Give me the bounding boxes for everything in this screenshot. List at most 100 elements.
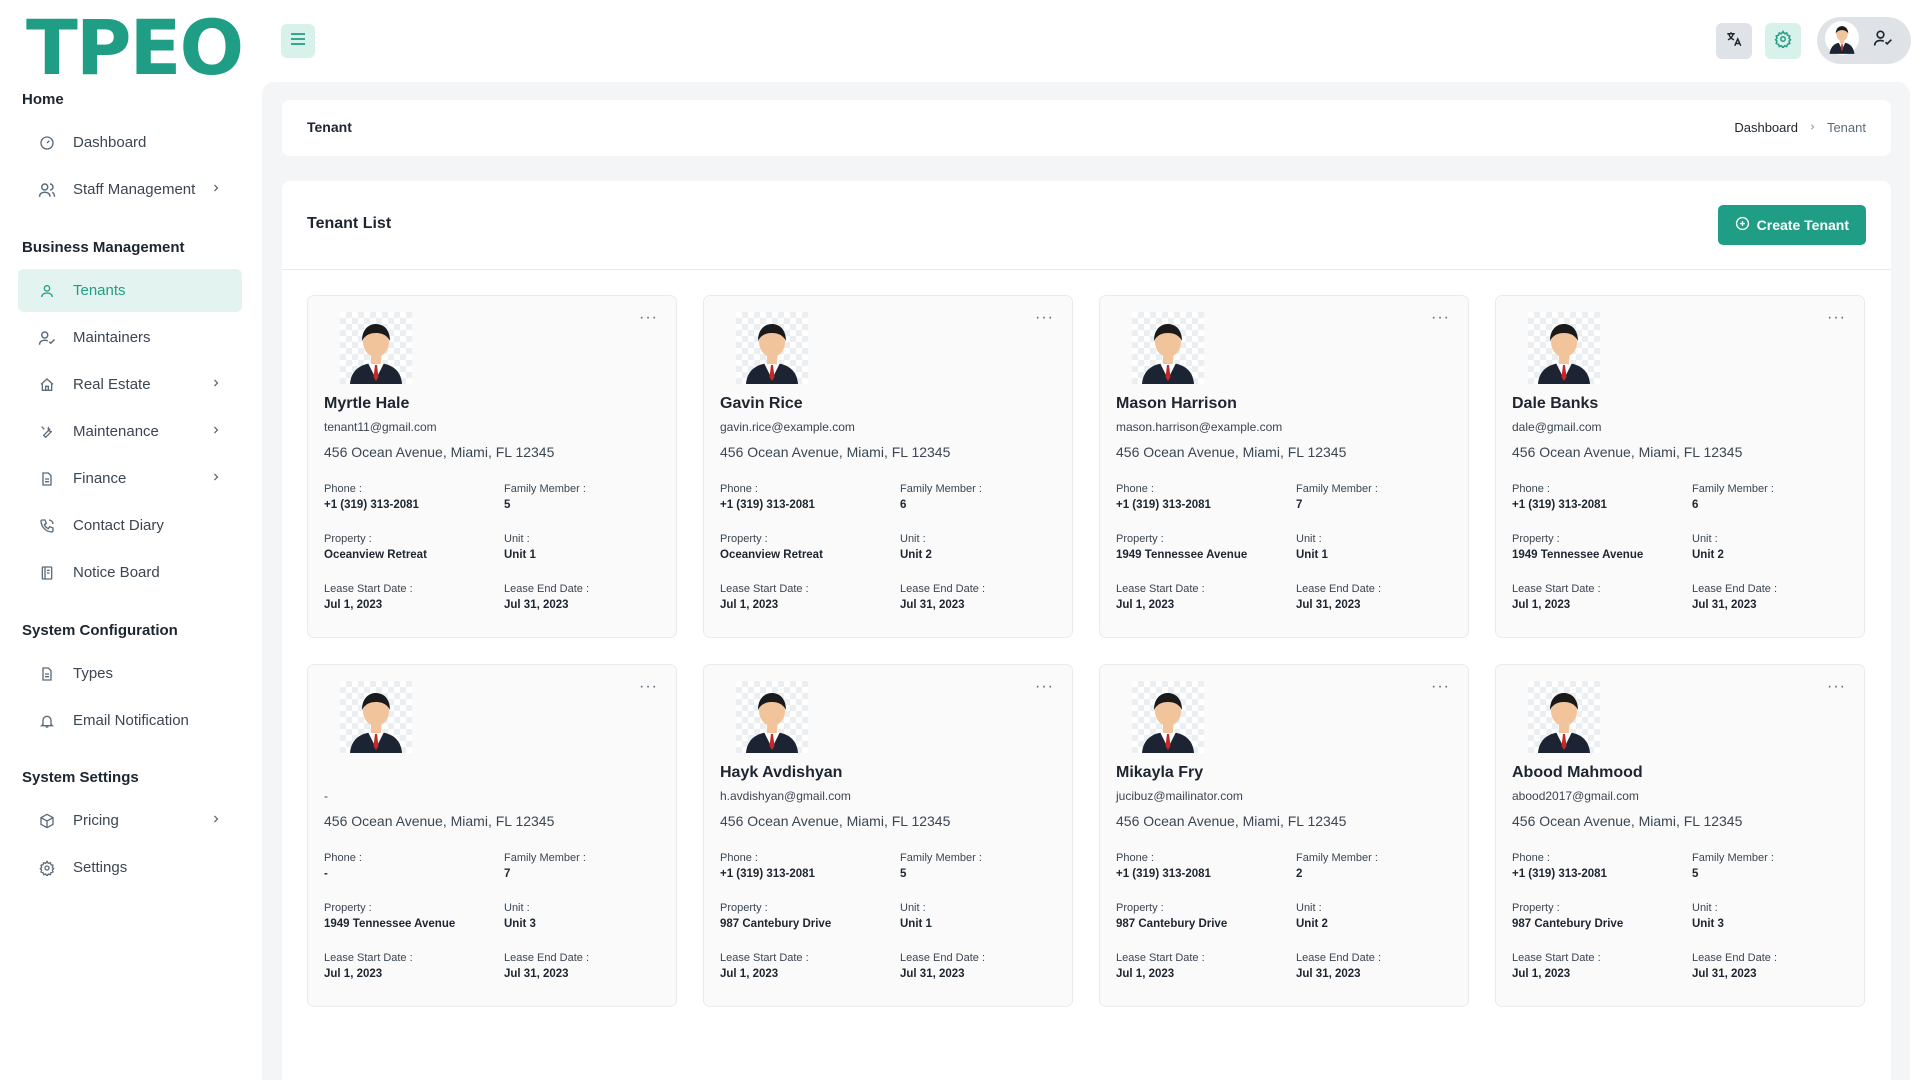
breadcrumb-current: Tenant [1826, 120, 1866, 135]
tenant-card[interactable]: ··· Abood Mahmood abood2017@gmail.com 45… [1495, 664, 1865, 1007]
more-options-icon[interactable]: ··· [1035, 679, 1054, 695]
profile-menu[interactable] [1817, 17, 1911, 64]
plus-circle-icon [1735, 216, 1750, 234]
users-icon [37, 180, 57, 200]
breadcrumb-link-dashboard[interactable]: Dashboard [1734, 120, 1798, 135]
tenant-lease-start: Lease Start Date : Jul 1, 2023 [1512, 583, 1692, 611]
user-check-icon [1873, 28, 1893, 53]
brand-logo[interactable]: TPEO [26, 10, 244, 86]
tenant-card[interactable]: ··· - 456 Ocean Avenue, Miami, FL 12345 … [307, 664, 677, 1007]
more-options-icon[interactable]: ··· [1827, 310, 1846, 326]
sidebar-item-staff-management[interactable]: Staff Management [18, 168, 242, 211]
more-options-icon[interactable]: ··· [639, 679, 658, 695]
phone-label: Phone : [324, 483, 362, 495]
sidebar-item-label: Types [73, 665, 114, 682]
menu-icon [290, 32, 306, 51]
property-value: 1949 Tennessee Avenue [324, 918, 456, 930]
tenant-address: 456 Ocean Avenue, Miami, FL 12345 [720, 444, 951, 460]
tenant-lease-end: Lease End Date : Jul 31, 2023 [504, 952, 654, 980]
phone-label: Phone : [720, 852, 758, 864]
tenant-property: Property : 987 Cantebury Drive [1116, 902, 1296, 930]
more-options-icon[interactable]: ··· [1035, 310, 1054, 326]
tenant-address: 456 Ocean Avenue, Miami, FL 12345 [1512, 444, 1743, 460]
tenant-info: Phone : +1 (319) 313-2081 Family Member :… [720, 483, 1056, 611]
property-label: Property : [1512, 533, 1560, 545]
sidebar-item-real-estate[interactable]: Real Estate [18, 363, 242, 406]
sidebar-item-maintenance[interactable]: Maintenance [18, 410, 242, 453]
tenant-card[interactable]: ··· Mason Harrison mason.harrison@exampl… [1099, 295, 1469, 638]
settings-button[interactable] [1765, 23, 1801, 59]
tenant-email: gavin.rice@example.com [720, 420, 855, 434]
tenant-email: tenant11@gmail.com [324, 420, 437, 434]
tenant-lease-end: Lease End Date : Jul 31, 2023 [504, 583, 654, 611]
tenant-phone: Phone : +1 (319) 313-2081 [324, 483, 504, 511]
language-button[interactable] [1716, 23, 1752, 59]
more-options-icon[interactable]: ··· [639, 310, 658, 326]
sidebar-item-finance[interactable]: Finance [18, 457, 242, 500]
lease-start-value: Jul 1, 2023 [324, 968, 383, 980]
lease-end-label: Lease End Date : [1296, 952, 1382, 964]
property-label: Property : [1512, 902, 1560, 914]
box-icon [37, 811, 57, 831]
menu-toggle-button[interactable] [281, 24, 315, 58]
tenant-lease-end: Lease End Date : Jul 31, 2023 [900, 583, 1050, 611]
lease-start-value: Jul 1, 2023 [1116, 968, 1175, 980]
lease-end-value: Jul 31, 2023 [1296, 968, 1361, 980]
tenant-card[interactable]: ··· Hayk Avdishyan h.avdishyan@gmail.com… [703, 664, 1073, 1007]
lease-start-label: Lease Start Date : [324, 952, 413, 964]
phone-label: Phone : [1116, 483, 1154, 495]
unit-value: Unit 3 [1692, 918, 1724, 930]
sidebar-item-maintainers[interactable]: Maintainers [18, 316, 242, 359]
chevron-right-icon [210, 181, 222, 200]
sidebar-item-tenants[interactable]: Tenants [18, 269, 242, 312]
tenant-unit: Unit : Unit 2 [1692, 533, 1842, 561]
avatar [1825, 21, 1859, 60]
phone-label: Phone : [720, 483, 758, 495]
lease-end-label: Lease End Date : [900, 583, 986, 595]
sidebar-item-contact-diary[interactable]: Contact Diary [18, 504, 242, 547]
sidebar-item-email-notification[interactable]: Email Notification [18, 699, 242, 742]
tenant-info: Phone : +1 (319) 313-2081 Family Member :… [324, 483, 660, 611]
lease-start-value: Jul 1, 2023 [324, 599, 383, 611]
lease-start-value: Jul 1, 2023 [720, 599, 779, 611]
family-value: 5 [1692, 868, 1699, 880]
sidebar-item-types[interactable]: Types [18, 652, 242, 695]
tenant-card[interactable]: ··· Dale Banks dale@gmail.com 456 Ocean … [1495, 295, 1865, 638]
property-label: Property : [324, 902, 372, 914]
lease-start-value: Jul 1, 2023 [1512, 968, 1571, 980]
lease-start-label: Lease Start Date : [720, 952, 809, 964]
tenant-card[interactable]: ··· Myrtle Hale tenant11@gmail.com 456 O… [307, 295, 677, 638]
tenant-card[interactable]: ··· Mikayla Fry jucibuz@mailinator.com 4… [1099, 664, 1469, 1007]
tenant-email: h.avdishyan@gmail.com [720, 789, 851, 803]
tenant-lease-end: Lease End Date : Jul 31, 2023 [1296, 583, 1446, 611]
unit-value: Unit 1 [1296, 549, 1328, 561]
sidebar-item-notice-board[interactable]: Notice Board [18, 551, 242, 594]
more-options-icon[interactable]: ··· [1827, 679, 1846, 695]
phone-label: Phone : [1512, 852, 1550, 864]
lease-end-label: Lease End Date : [1692, 952, 1778, 964]
family-value: 6 [1692, 499, 1699, 511]
create-tenant-label: Create Tenant [1756, 217, 1849, 233]
tenant-address: 456 Ocean Avenue, Miami, FL 12345 [324, 444, 555, 460]
sidebar-item-pricing[interactable]: Pricing [18, 799, 242, 842]
lease-end-label: Lease End Date : [504, 952, 590, 964]
tenant-property: Property : 1949 Tennessee Avenue [1512, 533, 1692, 561]
tenant-property: Property : 1949 Tennessee Avenue [324, 902, 504, 930]
more-options-icon[interactable]: ··· [1431, 679, 1450, 695]
sidebar-item-dashboard[interactable]: Dashboard [18, 121, 242, 164]
phone-value: +1 (319) 313-2081 [324, 499, 419, 511]
tenant-property: Property : Oceanview Retreat [324, 533, 504, 561]
sidebar-item-settings[interactable]: Settings [18, 846, 242, 889]
tenant-unit: Unit : Unit 2 [1296, 902, 1446, 930]
family-label: Family Member : [1692, 852, 1774, 864]
tenant-card[interactable]: ··· Gavin Rice gavin.rice@example.com 45… [703, 295, 1073, 638]
more-options-icon[interactable]: ··· [1431, 310, 1450, 326]
tenant-phone: Phone : +1 (319) 313-2081 [1116, 483, 1296, 511]
unit-label: Unit : [1296, 902, 1322, 914]
tenant-unit: Unit : Unit 1 [504, 533, 654, 561]
lease-end-label: Lease End Date : [900, 952, 986, 964]
tenant-property: Property : 987 Cantebury Drive [720, 902, 900, 930]
create-tenant-button[interactable]: Create Tenant [1717, 205, 1866, 245]
divider [282, 269, 1891, 270]
tenant-avatar [1528, 681, 1600, 753]
